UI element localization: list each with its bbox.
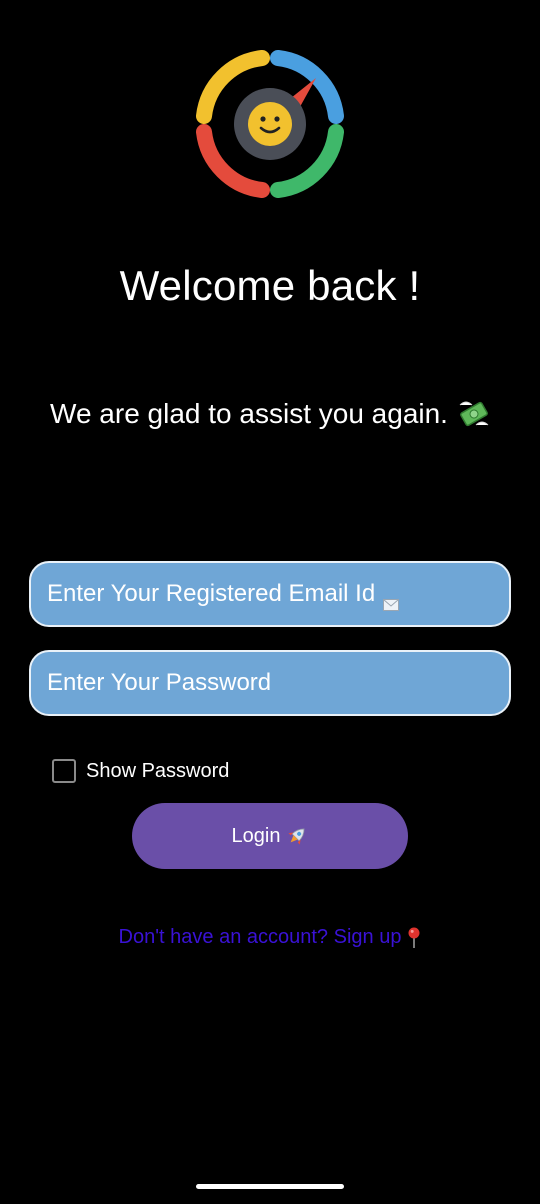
envelope-icon bbox=[383, 590, 400, 611]
money-with-wings-icon bbox=[458, 399, 490, 429]
show-password-checkbox[interactable] bbox=[52, 759, 76, 783]
show-password-row[interactable]: Show Password bbox=[52, 757, 229, 785]
email-placeholder: Enter Your Registered Email Id bbox=[47, 580, 376, 607]
signup-link[interactable]: Don't have an account? Sign up bbox=[0, 926, 540, 949]
smiley-compass-logo-icon bbox=[196, 50, 344, 198]
signup-link-text[interactable]: Don't have an account? Sign up bbox=[119, 926, 402, 949]
home-indicator[interactable] bbox=[196, 1184, 344, 1189]
password-input[interactable]: Enter Your Password bbox=[29, 650, 511, 716]
round-pushpin-icon bbox=[407, 927, 421, 949]
email-input[interactable]: Enter Your Registered Email Id bbox=[29, 561, 511, 627]
page-title: Welcome back ! bbox=[119, 262, 421, 309]
login-button-label: Login bbox=[231, 824, 281, 847]
logo-smiley-face bbox=[248, 102, 292, 146]
password-placeholder: Enter Your Password bbox=[47, 669, 272, 696]
page-subtitle: We are glad to assist you again. bbox=[0, 398, 540, 430]
rocket-icon bbox=[286, 825, 308, 847]
login-button[interactable]: Login bbox=[132, 803, 408, 869]
show-password-label: Show Password bbox=[86, 759, 230, 782]
app-logo bbox=[190, 44, 350, 204]
subtitle-text: We are glad to assist you again. bbox=[50, 398, 448, 429]
